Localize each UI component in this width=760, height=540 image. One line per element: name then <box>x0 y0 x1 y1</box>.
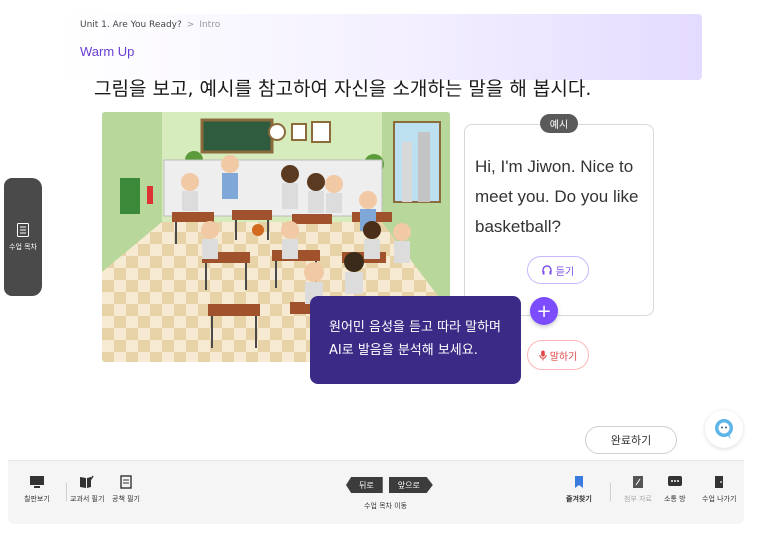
breadcrumb-unit[interactable]: Unit 1. Are You Ready? <box>80 20 182 30</box>
bookmark-label: 즐겨찾기 <box>566 495 592 503</box>
door-exit-icon <box>715 476 724 488</box>
attachment-button[interactable]: 첨부 자료 <box>624 475 652 504</box>
listen-label: 듣기 <box>555 266 575 278</box>
board-view-label: 칠판보기 <box>24 495 50 503</box>
bottom-toolbar: 칠판보기 교과서 필기 공책 필기 뒤로 앞으로 수업 목차 이동 즐겨찾기 첨… <box>8 460 744 524</box>
prev-button[interactable]: 뒤로 <box>346 477 383 493</box>
breadcrumb: Unit 1. Are You Ready? > Intro <box>80 20 220 30</box>
list-icon <box>17 222 29 237</box>
monitor-icon <box>29 476 44 488</box>
headphones-icon <box>542 265 552 275</box>
lesson-nav-label: 수업 목차 이동 <box>364 502 408 510</box>
tooltip-line-1: 원어민 음성을 듣고 따라 말하며 <box>329 320 502 335</box>
microphone-icon <box>538 350 547 360</box>
complete-button[interactable]: 완료하기 <box>585 426 677 454</box>
page-title: 그림을 보고, 예시를 참고하여 자신을 소개하는 말을 해 봅시다. <box>94 78 592 100</box>
lesson-toc-label: 수업 목차 <box>9 242 37 251</box>
notebook-icon <box>120 475 132 489</box>
add-button[interactable]: + <box>530 297 558 325</box>
textbook-note-label: 교과서 필기 <box>70 495 105 503</box>
section-title: Warm Up <box>80 44 135 59</box>
bookmark-button[interactable]: 즐겨찾기 <box>566 475 592 504</box>
next-button[interactable]: 앞으로 <box>388 477 433 493</box>
example-sentence: Hi, I'm Jiwon. Nice to meet you. Do you … <box>475 157 639 236</box>
chat-room-label: 소통 방 <box>664 495 686 503</box>
notebook-button[interactable]: 공책 필기 <box>112 475 140 504</box>
listen-button[interactable]: 듣기 <box>527 256 589 284</box>
speak-label: 말하기 <box>549 351 578 363</box>
toolbar-divider <box>610 483 611 501</box>
chat-icon <box>667 476 682 486</box>
ai-pronunciation-tooltip: 원어민 음성을 듣고 따라 말하며 AI로 발음을 분석해 보세요. <box>310 296 521 384</box>
exit-class-label: 수업 나가기 <box>702 495 737 503</box>
chat-room-button[interactable]: 소통 방 <box>664 475 686 504</box>
notebook-label: 공책 필기 <box>112 495 140 503</box>
exit-class-button[interactable]: 수업 나가기 <box>702 475 736 504</box>
example-badge: 예시 <box>540 114 578 133</box>
speak-button[interactable]: 말하기 <box>527 340 589 370</box>
ai-assistant-button[interactable] <box>705 410 743 448</box>
lesson-navigation: 뒤로 앞으로 <box>346 477 433 493</box>
bookmark-icon <box>574 476 583 488</box>
attachment-label: 첨부 자료 <box>624 495 652 503</box>
board-view-button[interactable]: 칠판보기 <box>24 475 50 504</box>
breadcrumb-page[interactable]: Intro <box>199 20 220 30</box>
tooltip-line-2: AI로 발음을 분석해 보세요. <box>329 343 478 358</box>
book-pen-icon <box>80 475 94 488</box>
textbook-note-button[interactable]: 교과서 필기 <box>70 475 104 504</box>
lesson-toc-tab[interactable]: 수업 목차 <box>4 178 42 296</box>
chatbot-icon <box>715 419 733 439</box>
toolbar-divider <box>66 483 67 501</box>
attachment-icon <box>633 476 643 488</box>
breadcrumb-separator: > <box>186 20 195 30</box>
